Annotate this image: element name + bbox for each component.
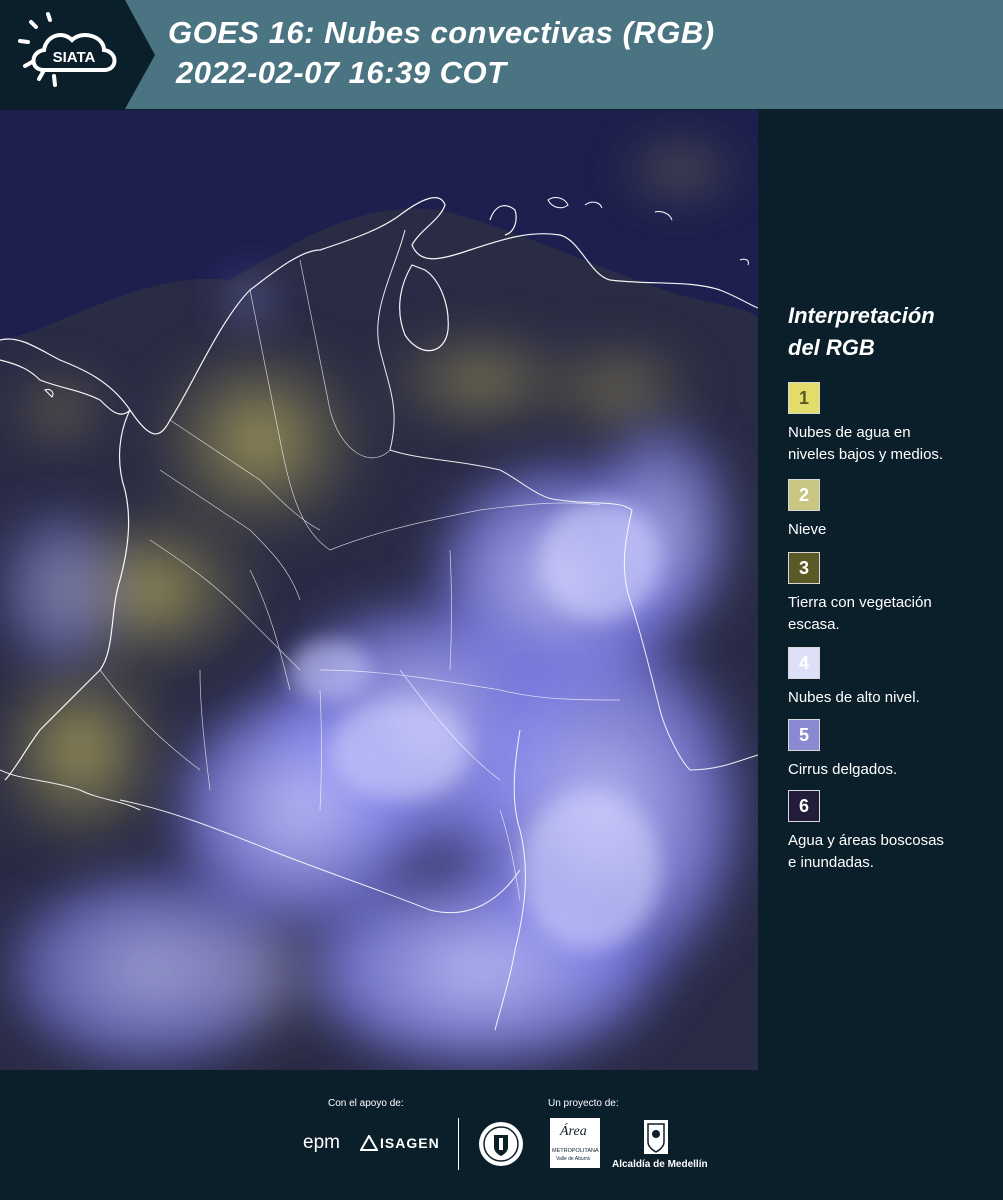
legend-title-line1: Interpretación (788, 303, 935, 328)
area-logo-sub2: Valle de Aburrá (556, 1156, 590, 1162)
legend-swatch-3: 3 (788, 552, 820, 584)
alcaldia-shield-icon (644, 1120, 668, 1154)
legend-swatch-5: 5 (788, 719, 820, 751)
support-label: Con el apoyo de: (328, 1098, 404, 1109)
page-title-line1: GOES 16: Nubes convectivas (RGB) (168, 15, 715, 50)
siata-logo: SIATA (0, 0, 155, 109)
legend-title-line2: del RGB (788, 335, 875, 360)
legend-label-6: Agua y áreas boscosas e inundadas. (788, 832, 944, 871)
area-logo-sub: METROPOLITANA (552, 1148, 599, 1154)
legend-label-4: Nubes de alto nivel. (788, 689, 920, 706)
footer-divider (458, 1118, 459, 1170)
legend-item-3: 3 Tierra con vegetación escasa. (788, 552, 988, 636)
legend-swatch-6: 6 (788, 790, 820, 822)
legend-item-4: 4 Nubes de alto nivel. (788, 647, 988, 709)
rgb-satellite-image (0, 110, 758, 1070)
page-title-line2: 2022-02-07 16:39 COT (176, 55, 507, 90)
header-bar: SIATA GOES 16: Nubes convectivas (RGB) 2… (0, 0, 1003, 109)
legend-title: Interpretación del RGB (788, 300, 988, 364)
satellite-map (0, 110, 758, 1070)
legend-item-5: 5 Cirrus delgados. (788, 719, 988, 781)
legend-swatch-4: 4 (788, 647, 820, 679)
area-metropolitana-logo: Área METROPOLITANA Valle de Aburrá (550, 1118, 600, 1168)
legend-swatch-2: 2 (788, 479, 820, 511)
legend-item-2: 2 Nieve (788, 479, 988, 541)
legend-swatch-1: 1 (788, 382, 820, 414)
legend-label-5: Cirrus delgados. (788, 761, 898, 778)
medellin-seal-icon (479, 1122, 523, 1166)
project-label: Un proyecto de: (548, 1098, 619, 1109)
footer: Con el apoyo de: Un proyecto de: epm ISA… (0, 1070, 1003, 1200)
legend-label-1: Nubes de agua en niveles bajos y medios. (788, 424, 944, 463)
legend-panel: Interpretación del RGB 1 Nubes de agua e… (788, 300, 988, 871)
legend-label-3: Tierra con vegetación escasa. (788, 594, 932, 633)
legend-item-6: 6 Agua y áreas boscosas e inundadas. (788, 790, 988, 874)
alcaldia-label: Alcaldía de Medellín (612, 1159, 708, 1170)
isagen-icon (360, 1135, 378, 1151)
logo-text: SIATA (53, 49, 96, 66)
area-logo-text: Área (560, 1124, 587, 1139)
legend-label-2: Nieve (788, 521, 827, 538)
legend-item-1: 1 Nubes de agua en niveles bajos y medio… (788, 382, 988, 466)
epm-logo: epm (303, 1132, 340, 1153)
isagen-logo: ISAGEN (380, 1135, 440, 1151)
